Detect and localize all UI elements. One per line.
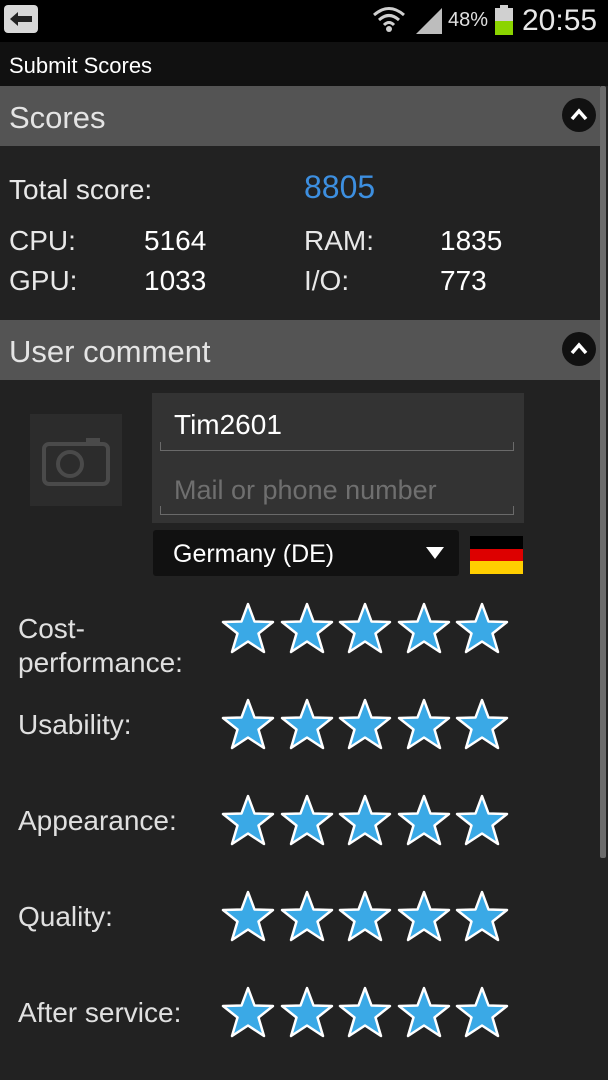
star-icon[interactable] bbox=[454, 794, 510, 850]
wifi-icon bbox=[373, 7, 405, 32]
star-icon[interactable] bbox=[279, 890, 335, 946]
back-icon[interactable] bbox=[4, 5, 38, 33]
contact-placeholder: Mail or phone number bbox=[174, 475, 437, 505]
cpu-value: 5164 bbox=[144, 225, 207, 256]
star-icon[interactable] bbox=[337, 602, 393, 658]
contact-field[interactable]: Mail or phone number bbox=[160, 469, 514, 515]
star-icon[interactable] bbox=[220, 890, 276, 946]
star-icon[interactable] bbox=[396, 602, 452, 658]
signal-icon bbox=[416, 8, 442, 34]
star-rating[interactable] bbox=[220, 986, 512, 1042]
user-comment-header-label: User comment bbox=[9, 334, 211, 369]
chevron-up-icon bbox=[570, 108, 588, 121]
rating-label: After service: bbox=[18, 997, 182, 1028]
battery-icon bbox=[495, 5, 513, 35]
ram-value: 1835 bbox=[440, 225, 503, 256]
status-bar: 48% 20:55 bbox=[0, 0, 608, 42]
scores-header-label: Scores bbox=[9, 100, 106, 135]
camera-icon bbox=[42, 438, 110, 486]
scores-section-header[interactable]: Scores bbox=[0, 86, 600, 146]
star-icon[interactable] bbox=[220, 986, 276, 1042]
clock: 20:55 bbox=[522, 4, 598, 37]
country-select[interactable]: Germany (DE) bbox=[153, 530, 459, 576]
star-icon[interactable] bbox=[454, 986, 510, 1042]
gpu-value: 1033 bbox=[144, 265, 207, 296]
rating-label: Cost- performance: bbox=[18, 613, 183, 678]
name-field[interactable]: Tim2601 bbox=[160, 405, 514, 451]
rating-label: Usability: bbox=[18, 709, 132, 740]
rating-label: Quality: bbox=[18, 901, 113, 932]
chevron-up-icon bbox=[570, 342, 588, 355]
star-rating[interactable] bbox=[220, 698, 512, 754]
star-rating[interactable] bbox=[220, 890, 512, 946]
title-bar: Submit Scores bbox=[0, 42, 608, 86]
collapse-comment-button[interactable] bbox=[562, 332, 596, 366]
star-icon[interactable] bbox=[396, 794, 452, 850]
scrollbar[interactable] bbox=[600, 86, 606, 858]
star-icon[interactable] bbox=[337, 986, 393, 1042]
star-icon[interactable] bbox=[220, 602, 276, 658]
country-selected: Germany (DE) bbox=[173, 540, 335, 568]
collapse-scores-button[interactable] bbox=[562, 98, 596, 132]
dropdown-arrow-icon bbox=[426, 547, 444, 559]
star-rating[interactable] bbox=[220, 794, 512, 850]
star-icon[interactable] bbox=[454, 890, 510, 946]
user-info-box: Tim2601 Mail or phone number bbox=[152, 393, 524, 523]
star-icon[interactable] bbox=[279, 794, 335, 850]
star-icon[interactable] bbox=[396, 698, 452, 754]
star-icon[interactable] bbox=[279, 602, 335, 658]
germany-flag-icon bbox=[470, 536, 523, 574]
star-rating[interactable] bbox=[220, 602, 512, 658]
star-icon[interactable] bbox=[396, 890, 452, 946]
star-icon[interactable] bbox=[337, 698, 393, 754]
star-icon[interactable] bbox=[220, 698, 276, 754]
io-value: 773 bbox=[440, 265, 487, 296]
star-icon[interactable] bbox=[454, 698, 510, 754]
star-icon[interactable] bbox=[337, 890, 393, 946]
user-comment-section-header[interactable]: User comment bbox=[0, 320, 600, 380]
cpu-label: CPU: bbox=[9, 225, 76, 256]
total-score-value: 8805 bbox=[304, 169, 376, 205]
battery-percent: 48% bbox=[448, 9, 489, 31]
star-icon[interactable] bbox=[279, 698, 335, 754]
star-icon[interactable] bbox=[454, 602, 510, 658]
star-icon[interactable] bbox=[396, 986, 452, 1042]
camera-button[interactable] bbox=[30, 414, 122, 506]
star-icon[interactable] bbox=[279, 986, 335, 1042]
total-score-label: Total score: bbox=[9, 174, 153, 205]
star-icon[interactable] bbox=[220, 794, 276, 850]
io-label: I/O: bbox=[304, 265, 350, 296]
gpu-label: GPU: bbox=[9, 265, 78, 296]
name-value: Tim2601 bbox=[174, 409, 282, 440]
ram-label: RAM: bbox=[304, 225, 374, 256]
page-title: Submit Scores bbox=[9, 53, 153, 78]
star-icon[interactable] bbox=[337, 794, 393, 850]
rating-label: Appearance: bbox=[18, 805, 177, 836]
